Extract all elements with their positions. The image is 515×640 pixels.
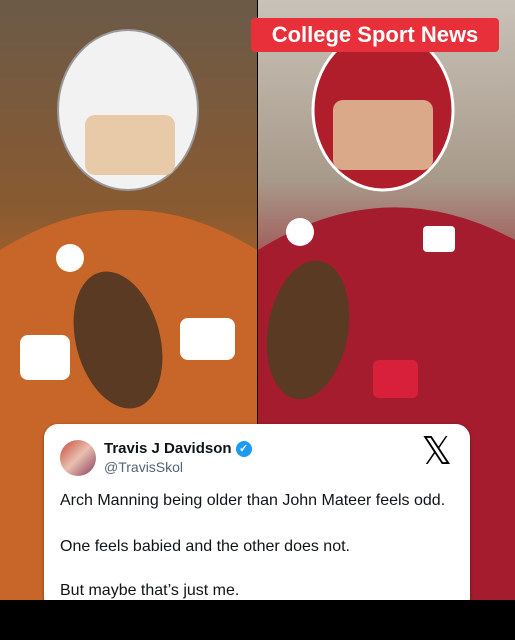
avatar[interactable]: [60, 440, 96, 476]
author-handle[interactable]: @TravisSkol: [104, 459, 183, 475]
verified-badge-icon: ✓: [235, 440, 252, 457]
author-name: Travis J Davidson: [104, 440, 232, 457]
tweet-line-2: One feels babied and the other does not.: [60, 538, 350, 555]
tweet-card: Travis J Davidson ✓ @TravisSkol 𝕏 Arch M…: [44, 424, 470, 612]
tweet-line-3: But maybe that’s just me.: [60, 582, 240, 599]
tweet-line-1: Arch Manning being older than John Matee…: [60, 492, 446, 509]
college-sport-news-badge: College Sport News: [251, 18, 499, 52]
x-logo-icon[interactable]: 𝕏: [421, 432, 452, 470]
author-name-row[interactable]: Travis J Davidson ✓: [104, 440, 252, 457]
bottom-bar: [0, 600, 515, 640]
